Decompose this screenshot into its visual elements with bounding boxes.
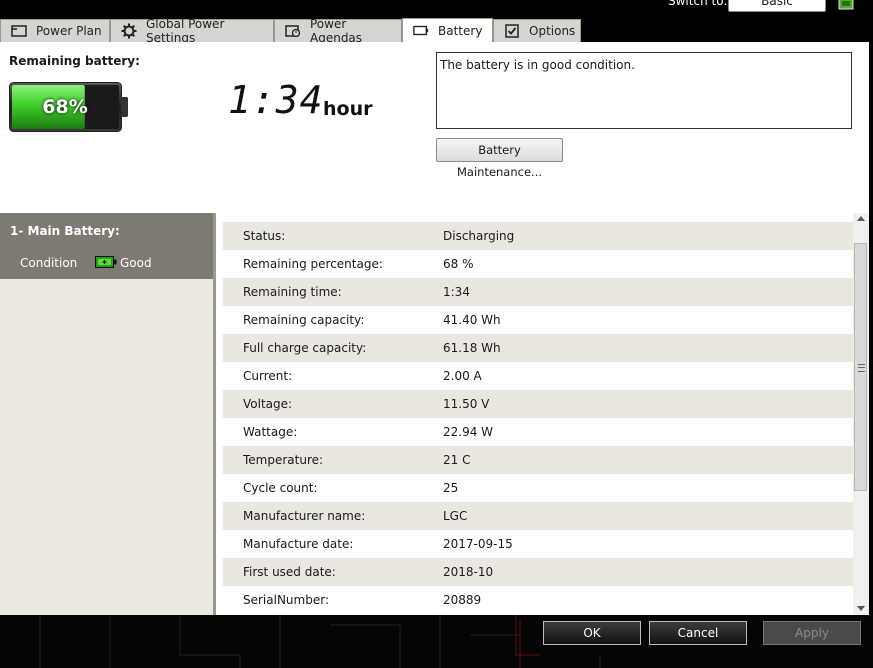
scroll-down-arrow-icon[interactable]	[857, 606, 865, 611]
row-value: 41.40 Wh	[443, 313, 501, 327]
cancel-button[interactable]: Cancel	[649, 621, 747, 645]
grip-icon	[858, 364, 865, 372]
tab-label: Power Agendas	[310, 17, 363, 45]
condition-value: Good	[120, 256, 152, 270]
switch-to-label: Switch to:	[668, 0, 728, 8]
row-label: Status:	[243, 229, 286, 243]
row-label: First used date:	[243, 565, 336, 579]
window-edge	[869, 42, 873, 615]
row-value: LGC	[443, 509, 468, 523]
scrollbar-thumb[interactable]	[854, 243, 867, 491]
dialog-footer: OK Cancel Apply	[0, 615, 873, 668]
ok-button[interactable]: OK	[543, 621, 641, 645]
main-battery-item[interactable]: 1- Main Battery: Condition Good	[0, 213, 213, 279]
row-value: 21 C	[443, 453, 471, 467]
table-row: Temperature: 21 C	[223, 446, 853, 474]
main-battery-title: 1- Main Battery:	[10, 224, 120, 238]
row-value: 20889	[443, 593, 482, 607]
table-row: First used date: 2018-10	[223, 558, 853, 586]
battery-details-table: Status: Discharging Remaining percentage:…	[216, 213, 853, 615]
checkbox-icon	[504, 24, 520, 38]
table-row: Wattage: 22.94 W	[223, 418, 853, 446]
table-row: Full charge capacity: 61.18 Wh	[223, 334, 853, 362]
agenda-clock-icon	[285, 24, 301, 38]
tab-label: Options	[529, 24, 576, 38]
row-value: 22.94 W	[443, 425, 494, 439]
top-bar: Switch to: Basic Power Plan Global Power…	[0, 0, 873, 45]
row-value: 1:34	[443, 285, 470, 299]
remaining-time: 1:34	[228, 78, 324, 122]
switch-mode-dropdown[interactable]: Basic	[728, 0, 826, 12]
tab-battery[interactable]: Battery	[402, 18, 493, 42]
battery-status-message: The battery is in good condition.	[436, 52, 852, 129]
table-row: Cycle count: 25	[223, 474, 853, 502]
row-label: Voltage:	[243, 397, 293, 411]
row-value: 11.50 V	[443, 397, 490, 411]
details-scrollbar[interactable]	[853, 213, 869, 615]
remaining-time-unit: hour	[323, 98, 373, 120]
row-label: Current:	[243, 369, 293, 383]
table-row: Status: Discharging	[223, 222, 853, 250]
row-label: Remaining percentage:	[243, 257, 383, 271]
tab-options[interactable]: Options	[493, 19, 581, 42]
battery-summary-panel: Remaining battery: 68% 1:34 hour The bat…	[0, 42, 869, 213]
battery-icon	[413, 24, 429, 38]
table-row: Remaining time: 1:34	[223, 278, 853, 306]
condition-label: Condition	[20, 256, 78, 270]
apply-button[interactable]: Apply	[763, 621, 861, 645]
row-value: Discharging	[443, 229, 515, 243]
table-row: Remaining percentage: 68 %	[223, 250, 853, 278]
row-value: 68 %	[443, 257, 474, 271]
row-label: Manufacturer name:	[243, 509, 366, 523]
tab-power-agendas[interactable]: Power Agendas	[274, 17, 402, 45]
row-label: Remaining time:	[243, 285, 342, 299]
remaining-battery-label: Remaining battery:	[9, 54, 140, 68]
scroll-up-arrow-icon[interactable]	[857, 216, 865, 221]
row-value: 25	[443, 481, 459, 495]
tab-global-power-settings[interactable]: Global Power Settings	[110, 17, 274, 45]
row-value: 2.00 A	[443, 369, 482, 383]
tab-label: Global Power Settings	[146, 17, 225, 45]
row-label: Temperature:	[243, 453, 324, 467]
table-row: Remaining capacity: 41.40 Wh	[223, 306, 853, 334]
battery-good-icon	[95, 256, 117, 268]
row-label: Remaining capacity:	[243, 313, 365, 327]
table-row: Voltage: 11.50 V	[223, 390, 853, 418]
table-row: Manufacturer name: LGC	[223, 502, 853, 530]
row-value: 2018-10	[443, 565, 494, 579]
row-value: 2017-09-15	[443, 537, 513, 551]
tab-label: Power Plan	[36, 24, 102, 38]
row-label: Cycle count:	[243, 481, 318, 495]
table-row: SerialNumber: 20889	[223, 586, 853, 614]
row-value: 61.18 Wh	[443, 341, 501, 355]
battery-list-panel: 1- Main Battery: Condition Good	[0, 213, 213, 615]
tab-power-plan[interactable]: Power Plan	[0, 19, 110, 42]
row-label: Manufacture date:	[243, 537, 354, 551]
battery-maintenance-button[interactable]: Battery Maintenance...	[436, 138, 563, 179]
tab-label: Battery	[438, 23, 483, 38]
battery-percentage: 68%	[42, 96, 88, 118]
row-label: Wattage:	[243, 425, 298, 439]
battery-tray-icon[interactable]	[838, 0, 856, 10]
table-row: Manufacture date: 2017-09-15	[223, 530, 853, 558]
row-label: Full charge capacity:	[243, 341, 367, 355]
power-plan-icon	[11, 24, 27, 38]
row-label: SerialNumber:	[243, 593, 329, 607]
table-row: Current: 2.00 A	[223, 362, 853, 390]
gear-icon	[121, 23, 137, 39]
